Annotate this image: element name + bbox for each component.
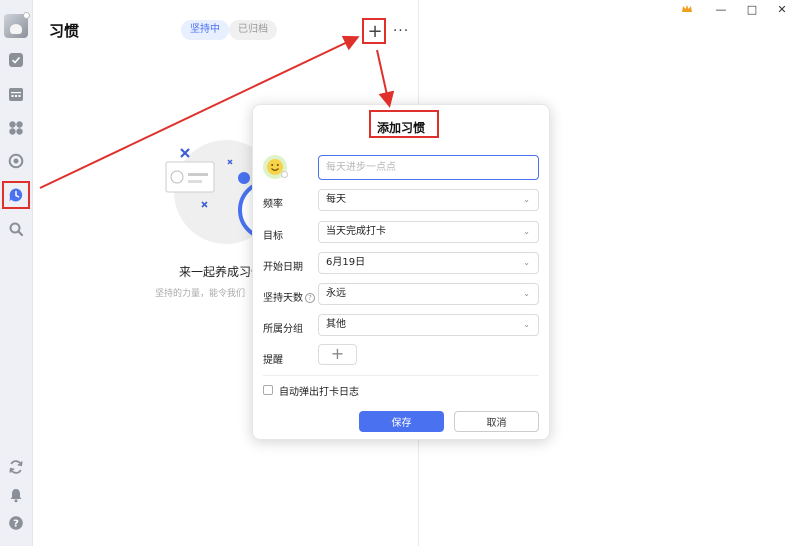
cancel-button[interactable]: 取消 (454, 411, 539, 432)
page-title: 习惯 (49, 22, 80, 40)
save-button[interactable]: 保存 (359, 411, 444, 432)
plus-icon: + (367, 20, 383, 42)
reminder-label: 提醒 (263, 355, 283, 366)
minimize-button[interactable]: — (712, 2, 730, 16)
crown-icon[interactable] (678, 2, 696, 16)
calendar-icon (9, 88, 23, 101)
chevron-down-icon: ⌄ (523, 289, 530, 298)
group-value: 其他 (326, 319, 346, 330)
add-habit-dialog: 添加习惯 频率 每天 ⌄ 目标 当天完成打卡 ⌄ 开始日期 6月19日 ⌄ 坚持… (252, 104, 550, 440)
chevron-down-icon: ⌄ (523, 320, 530, 329)
left-sidebar: ? (0, 0, 33, 546)
habit-name-input[interactable] (318, 155, 539, 180)
checkbox-icon (9, 53, 23, 67)
sidebar-item-quadrant[interactable] (4, 116, 28, 140)
tab-archived-habits[interactable]: 已归档 (229, 20, 277, 40)
frequency-select[interactable]: 每天 ⌄ (318, 189, 539, 211)
help-icon[interactable]: ? (305, 293, 315, 303)
group-select[interactable]: 其他 ⌄ (318, 314, 539, 336)
duration-label: 坚持天数? (263, 289, 315, 304)
duration-select[interactable]: 永远 ⌄ (318, 283, 539, 305)
sidebar-item-calendar[interactable] (4, 82, 28, 106)
goal-value: 当天完成打卡 (326, 226, 386, 237)
maximize-button[interactable]: □ (743, 2, 761, 16)
auto-log-checkbox[interactable] (263, 385, 273, 395)
add-habit-button[interactable]: + (364, 20, 386, 42)
tab-active-habits[interactable]: 坚持中 (181, 20, 229, 40)
chevron-down-icon: ⌄ (523, 258, 530, 267)
app-window: — □ ✕ ? 习惯 坚持中 已归档 + ··· 来一起养成习惯 坚持的力量，能… (0, 0, 800, 546)
duration-label-text: 坚持天数 (263, 293, 303, 304)
sync-icon (9, 460, 23, 474)
svg-text:?: ? (13, 519, 19, 530)
add-reminder-button[interactable]: + (318, 344, 357, 365)
chevron-down-icon: ⌄ (523, 227, 530, 236)
sidebar-item-search[interactable] (4, 217, 28, 241)
plus-icon: + (330, 344, 345, 363)
search-icon (9, 222, 24, 237)
focus-icon (8, 153, 24, 169)
sidebar-item-pomodoro[interactable] (4, 149, 28, 173)
frequency-value: 每天 (326, 194, 346, 205)
duration-value: 永远 (326, 288, 346, 299)
sync-button[interactable] (4, 455, 28, 479)
close-button[interactable]: ✕ (773, 2, 791, 16)
avatar-status-icon (23, 12, 30, 19)
notifications-button[interactable] (4, 483, 28, 507)
more-options-button[interactable]: ··· (390, 20, 412, 42)
habit-clock-icon (9, 188, 23, 202)
start-date-select[interactable]: 6月19日 ⌄ (318, 252, 539, 274)
divider (263, 375, 539, 376)
group-label: 所属分组 (263, 324, 303, 335)
icon-edit-badge (281, 171, 288, 178)
start-date-label: 开始日期 (263, 262, 303, 273)
help-button[interactable]: ? (4, 511, 28, 535)
chevron-down-icon: ⌄ (523, 195, 530, 204)
sidebar-item-task[interactable] (4, 48, 28, 72)
sidebar-item-habit[interactable] (2, 181, 30, 209)
goal-label: 目标 (263, 231, 283, 242)
ellipsis-icon: ··· (392, 23, 410, 39)
grid-icon (9, 121, 23, 135)
help-circle-icon: ? (9, 516, 23, 530)
goal-select[interactable]: 当天完成打卡 ⌄ (318, 221, 539, 243)
auto-log-label: 自动弹出打卡日志 (279, 387, 359, 398)
start-date-value: 6月19日 (326, 257, 366, 268)
frequency-label: 频率 (263, 199, 283, 210)
dialog-title: 添加习惯 (376, 121, 425, 135)
bell-icon (10, 489, 22, 503)
